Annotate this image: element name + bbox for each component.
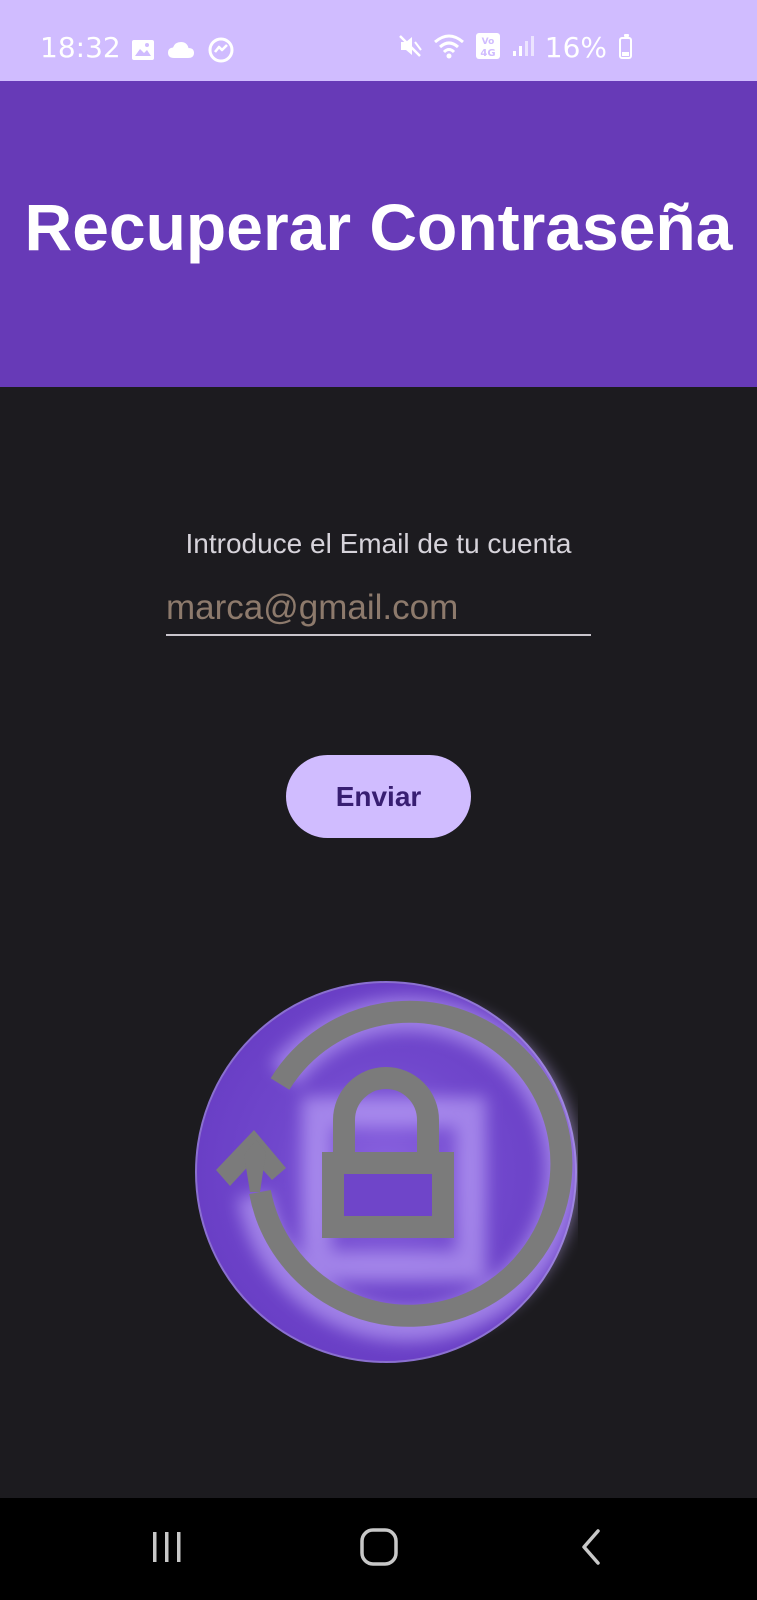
recent-apps-icon <box>149 1529 185 1569</box>
gallery-icon <box>131 38 155 66</box>
page-title: Recuperar Contraseña <box>24 190 733 264</box>
mute-icon <box>397 33 423 63</box>
screen: 18:32 Vo 4G 16% Recuperar Contraseña Int… <box>0 0 757 1600</box>
messenger-icon <box>207 36 235 68</box>
wifi-icon <box>433 33 465 63</box>
signal-icon <box>511 34 535 62</box>
back-button[interactable] <box>536 1498 646 1600</box>
cloud-icon <box>167 40 195 64</box>
svg-text:Vo: Vo <box>481 37 494 47</box>
home-icon <box>359 1527 399 1571</box>
navigation-bar <box>0 1498 757 1600</box>
app-header: Recuperar Contraseña <box>0 81 757 387</box>
lock-reset-icon <box>194 980 579 1364</box>
email-input[interactable] <box>166 582 591 636</box>
svg-text:4G: 4G <box>480 48 495 59</box>
recent-apps-button[interactable] <box>112 1498 222 1600</box>
status-left-icons <box>131 36 235 68</box>
back-icon <box>576 1527 606 1571</box>
status-time: 18:32 <box>40 31 121 64</box>
send-button[interactable]: Enviar <box>286 755 471 838</box>
status-right-icons: Vo 4G 16% <box>397 30 632 66</box>
battery-percentage: 16% <box>544 31 607 64</box>
status-bar: 18:32 Vo 4G 16% <box>0 0 757 81</box>
email-label: Introduce el Email de tu cuenta <box>185 528 572 559</box>
battery-icon <box>619 34 632 59</box>
volte-4g-icon: Vo 4G <box>475 32 501 64</box>
home-button[interactable] <box>324 1498 434 1600</box>
